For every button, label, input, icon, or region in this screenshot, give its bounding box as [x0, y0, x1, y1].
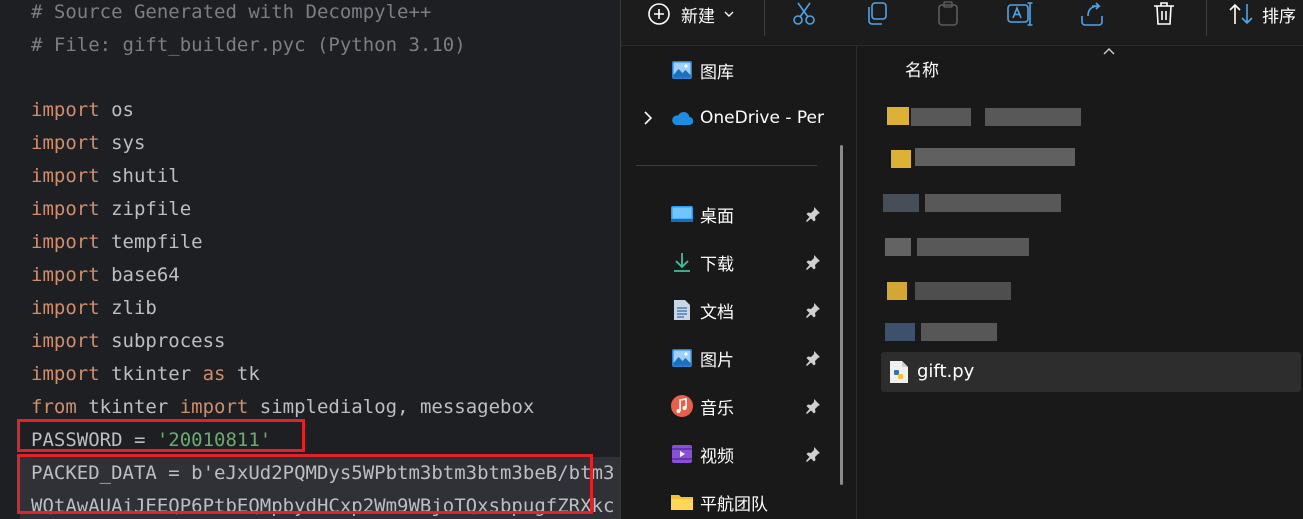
trash-icon [1154, 2, 1174, 25]
pin-icon[interactable] [805, 206, 821, 222]
code-line-comment: # File: gift_builder.pyc (Python 3.10) [31, 34, 466, 56]
list-item-obscured[interactable] [881, 96, 1301, 136]
sort-caret-icon [1103, 48, 1115, 55]
nav-item-gallery[interactable]: 图库 [621, 50, 856, 90]
pin-icon[interactable] [805, 446, 821, 462]
code-line-import-tempfile: import tempfile [31, 231, 203, 253]
pin-icon[interactable] [805, 302, 821, 318]
file-icon [883, 194, 919, 212]
paste-button[interactable] [935, 0, 961, 28]
code-line-import-tkinter: import tkinter as tk [31, 363, 260, 385]
clipboard-icon [938, 1, 958, 26]
desktop-icon [671, 206, 693, 222]
file-name: gift.py [917, 361, 975, 382]
onedrive-cloud-icon [672, 111, 694, 126]
file-explorer-window: 新建 排序 图库 OneDrive - Per 桌面 下载 文档 图片 音乐 视… [620, 0, 1303, 519]
password-highlight-box [17, 419, 305, 452]
nav-item-folder[interactable]: 平航团队 [621, 482, 856, 519]
redacted-text [915, 282, 1011, 300]
nav-item-desktop[interactable]: 桌面 [621, 194, 856, 234]
add-circle-icon [648, 3, 670, 25]
copy-icon [868, 2, 887, 25]
code-line-import-zlib: import zlib [31, 297, 157, 319]
redacted-text [917, 238, 1029, 256]
videos-icon [672, 445, 692, 463]
redacted-text [925, 194, 1061, 212]
rename-button[interactable] [1007, 0, 1033, 28]
list-item-obscured[interactable] [881, 270, 1301, 310]
folder-icon [887, 107, 909, 125]
nav-item-music[interactable]: 音乐 [621, 386, 856, 426]
share-button[interactable] [1079, 0, 1105, 28]
redacted-text [915, 148, 1075, 166]
code-line-import-subprocess: import subprocess [31, 330, 226, 352]
download-icon [674, 253, 690, 272]
file-icon [885, 238, 911, 256]
documents-icon [674, 300, 690, 320]
toolbar-divider [1206, 0, 1207, 36]
code-editor[interactable]: # Source Generated with Decompyle++ # Fi… [0, 0, 620, 519]
explorer-toolbar: 新建 排序 [621, 0, 1303, 46]
nav-item-onedrive[interactable]: OneDrive - Per [621, 98, 856, 138]
toolbar-divider [764, 0, 765, 36]
copy-button[interactable] [864, 0, 890, 28]
code-line-import-os: import os [31, 99, 134, 121]
redacted-text [921, 323, 997, 341]
list-item-obscured[interactable] [881, 182, 1301, 222]
list-item-obscured[interactable] [881, 138, 1301, 178]
sort-button[interactable]: 排序 [1228, 0, 1296, 28]
folder-icon [671, 495, 693, 510]
nav-item-pictures[interactable]: 图片 [621, 338, 856, 378]
list-item-obscured[interactable] [881, 310, 1301, 350]
file-list-pane: 名称 gift.py [857, 46, 1303, 519]
share-icon [1081, 2, 1103, 26]
nav-scrollbar[interactable] [840, 145, 843, 485]
code-line-import-base64: import base64 [31, 264, 180, 286]
scissors-icon [793, 2, 815, 25]
delete-button[interactable] [1151, 0, 1177, 28]
column-header-name[interactable]: 名称 [905, 56, 939, 81]
code-line-import-zipfile: import zipfile [31, 198, 192, 220]
rename-icon [1007, 2, 1033, 26]
chevron-down-icon [724, 11, 734, 17]
nav-item-downloads[interactable]: 下载 [621, 242, 856, 282]
list-item-obscured[interactable] [881, 226, 1301, 266]
code-line-comment: # Source Generated with Decompyle++ [31, 1, 432, 23]
pin-icon[interactable] [805, 254, 821, 270]
nav-item-documents[interactable]: 文档 [621, 290, 856, 330]
pin-icon[interactable] [805, 350, 821, 366]
file-icon [885, 323, 915, 341]
navigation-pane: 图库 OneDrive - Per 桌面 下载 文档 图片 音乐 视频 平航团队 [621, 46, 856, 519]
list-item-gift-py[interactable]: gift.py [881, 352, 1301, 392]
python-file-icon [890, 361, 908, 383]
folder-icon [891, 150, 911, 168]
packed-data-highlight-box [17, 454, 593, 514]
gallery-icon [672, 61, 692, 79]
nav-divider [636, 165, 817, 166]
new-button[interactable]: 新建 [647, 0, 735, 28]
redacted-text [911, 108, 971, 126]
folder-icon [887, 282, 907, 300]
cut-button[interactable] [791, 0, 817, 28]
code-line-import-shutil: import shutil [31, 165, 180, 187]
nav-item-videos[interactable]: 视频 [621, 434, 856, 474]
sort-arrows-icon [1229, 3, 1253, 25]
music-icon [671, 395, 693, 417]
chevron-right-icon[interactable] [641, 111, 655, 125]
pin-icon[interactable] [805, 398, 821, 414]
redacted-text [985, 108, 1081, 126]
code-line-import-sys: import sys [31, 132, 146, 154]
pictures-icon [672, 349, 692, 367]
